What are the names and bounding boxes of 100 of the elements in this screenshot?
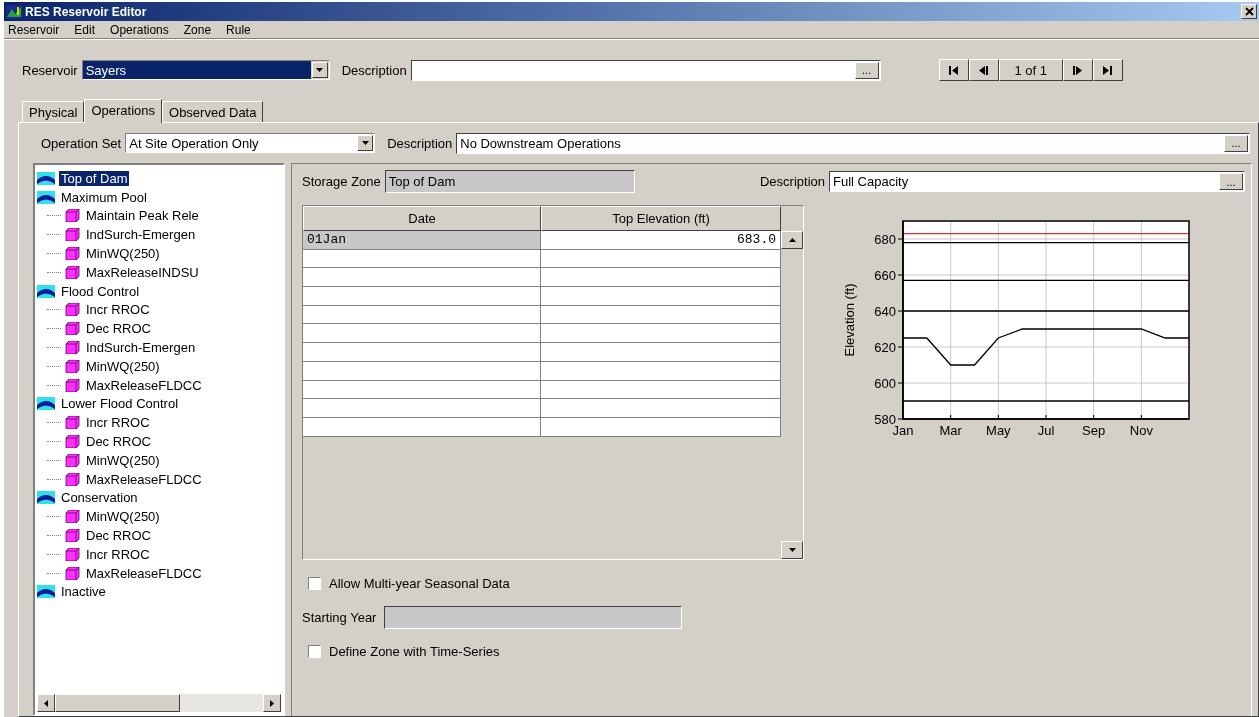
column-header[interactable]: Date xyxy=(303,206,541,231)
cube-icon xyxy=(65,529,80,543)
table-cell: 683.0 xyxy=(541,231,781,250)
field-label: Starting Year xyxy=(302,609,377,625)
tree-leaf[interactable]: MinWQ(250) xyxy=(84,509,162,525)
cube-icon xyxy=(65,453,80,467)
description-field[interactable]: Full Capacity ... xyxy=(829,171,1245,192)
menu-item[interactable]: Edit xyxy=(74,22,96,37)
cube-icon xyxy=(65,341,80,355)
layer-icon xyxy=(37,171,55,185)
menu-item[interactable]: Reservoir xyxy=(8,22,60,37)
tree-node[interactable]: Flood Control xyxy=(59,283,142,299)
scroll-down-icon xyxy=(788,548,796,552)
tab[interactable]: Operations xyxy=(84,99,162,123)
cube-icon xyxy=(65,303,80,317)
tree-leaf[interactable]: MaxReleaseFLDCC xyxy=(84,565,204,581)
y-tick-label: 680 xyxy=(874,232,896,247)
tree-leaf[interactable]: Dec RROC xyxy=(84,321,153,337)
tree-leaf[interactable]: IndSurch-Emergen xyxy=(84,340,198,356)
x-tick-label: Nov xyxy=(1129,423,1153,438)
browse-button[interactable]: ... xyxy=(854,61,879,79)
horizontal-scrollbar[interactable] xyxy=(37,694,281,712)
tree-node[interactable]: Conservation xyxy=(59,490,140,506)
y-tick-label: 600 xyxy=(874,376,896,391)
table-cell: 01Jan xyxy=(303,231,541,250)
cube-icon xyxy=(65,247,80,261)
tree-node[interactable]: Inactive xyxy=(59,584,108,600)
record-counter: 1 of 1 xyxy=(998,59,1063,81)
app-icon xyxy=(6,4,22,19)
checkbox-label: Allow Multi-year Seasonal Data xyxy=(329,575,510,591)
tree-leaf[interactable]: Incr RROC xyxy=(84,302,152,318)
x-tick-label: Jul xyxy=(1037,423,1055,438)
scroll-right-icon xyxy=(270,699,274,707)
tree-leaf[interactable]: Dec RROC xyxy=(84,434,153,450)
cube-icon xyxy=(65,228,80,242)
column-header[interactable]: Top Elevation (ft) xyxy=(541,206,781,231)
storage-zone-field: Top of Dam xyxy=(384,170,635,193)
next-icon xyxy=(1073,65,1083,75)
browse-button[interactable]: ... xyxy=(1219,173,1243,190)
menu-item[interactable]: Operations xyxy=(110,22,169,37)
close-icon xyxy=(1244,7,1254,16)
tree-leaf[interactable]: MinWQ(250) xyxy=(84,452,162,468)
tree-leaf[interactable]: MinWQ(250) xyxy=(84,246,162,262)
cube-icon xyxy=(65,322,80,336)
tree-leaf[interactable]: IndSurch-Emergen xyxy=(84,227,198,243)
reservoir-dropdown[interactable]: Sayers xyxy=(81,60,330,80)
dropdown-arrow-icon xyxy=(316,68,324,72)
operation-set-dropdown[interactable]: At Site Operation Only xyxy=(125,133,376,153)
checkbox[interactable] xyxy=(308,576,321,590)
layer-icon xyxy=(37,585,55,599)
cube-icon xyxy=(65,566,80,580)
scroll-up-icon xyxy=(788,238,796,242)
x-tick-label: Mar xyxy=(939,423,962,438)
tree-leaf[interactable]: MaxReleaseINDSU xyxy=(84,264,201,280)
x-tick-label: May xyxy=(986,423,1011,438)
cube-icon xyxy=(65,416,80,430)
tree-leaf[interactable]: Dec RROC xyxy=(84,528,153,544)
menu-item[interactable]: Rule xyxy=(226,22,251,37)
tree-node[interactable]: Lower Flood Control xyxy=(59,396,181,412)
browse-button[interactable]: ... xyxy=(1224,134,1248,152)
tree-leaf[interactable]: MaxReleaseFLDCC xyxy=(84,377,204,393)
last-record-button[interactable] xyxy=(1092,59,1123,81)
layer-icon xyxy=(37,491,55,505)
cube-icon xyxy=(65,472,80,486)
cube-icon xyxy=(65,209,80,223)
layer-icon xyxy=(37,284,55,298)
next-record-button[interactable] xyxy=(1062,59,1093,81)
scroll-left-icon xyxy=(44,699,48,707)
tree-leaf[interactable]: Incr RROC xyxy=(84,546,152,562)
first-record-button[interactable] xyxy=(938,59,969,81)
tab[interactable]: Observed Data xyxy=(162,101,264,122)
cube-icon xyxy=(65,265,80,279)
last-icon xyxy=(1103,65,1113,75)
tree-node[interactable]: Top of Dam xyxy=(59,170,130,186)
description-field[interactable]: ... xyxy=(410,59,881,81)
tree-node[interactable]: Maximum Pool xyxy=(59,189,149,205)
menu-item[interactable]: Zone xyxy=(183,22,212,37)
tree-leaf[interactable]: Incr RROC xyxy=(84,415,152,431)
window-title: RES Reservoir Editor xyxy=(25,4,147,19)
tree-leaf[interactable]: Maintain Peak Rele xyxy=(84,208,201,224)
reservoir-label: Reservoir xyxy=(22,62,78,78)
y-tick-label: 640 xyxy=(874,304,896,319)
previous-icon xyxy=(979,65,989,75)
operation-set-label: Operation Set xyxy=(41,135,122,151)
x-tick-label: Sep xyxy=(1082,423,1106,438)
tree-leaf[interactable]: MinWQ(250) xyxy=(84,358,162,374)
description-field[interactable]: No Downstream Operations ... xyxy=(456,132,1250,154)
y-axis-label: Elevation (ft) xyxy=(842,283,857,357)
close-button[interactable] xyxy=(1241,4,1257,19)
y-tick-label: 620 xyxy=(874,340,896,355)
storage-zone-label: Storage Zone xyxy=(302,174,381,189)
previous-record-button[interactable] xyxy=(968,59,999,81)
cube-icon xyxy=(65,547,80,561)
layer-icon xyxy=(37,397,55,411)
description-label: Description xyxy=(387,135,453,151)
description-label: Description xyxy=(341,62,407,78)
checkbox-label: Define Zone with Time-Series xyxy=(329,643,500,659)
checkbox[interactable] xyxy=(308,644,321,658)
layer-icon xyxy=(37,190,55,204)
tree-leaf[interactable]: MaxReleaseFLDCC xyxy=(84,471,204,487)
